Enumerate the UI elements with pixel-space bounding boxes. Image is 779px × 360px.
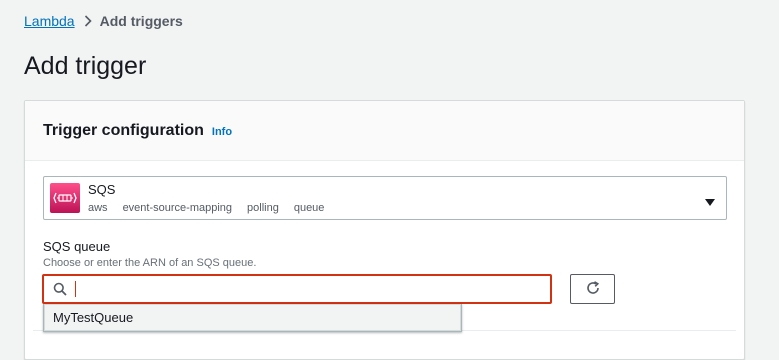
selected-source-label: SQS [88, 182, 116, 197]
queue-option[interactable]: MyTestQueue [44, 304, 461, 331]
select-text: SQS aws event-source-mapping polling que… [88, 182, 339, 215]
source-tags: aws event-source-mapping polling queue [88, 201, 339, 215]
refresh-icon [585, 280, 601, 299]
sqs-queue-description: Choose or enter the ARN of an SQS queue. [43, 257, 257, 269]
source-tag: queue [293, 202, 325, 214]
text-cursor [75, 281, 76, 297]
panel-title: Trigger configuration [43, 121, 204, 139]
sqs-queue-search-box [42, 274, 552, 304]
search-icon [47, 282, 73, 296]
queue-options-dropdown: MyTestQueue [43, 304, 462, 332]
panel-header: Trigger configuration Info [25, 101, 744, 161]
trigger-configuration-panel: Trigger configuration Info SQS aws event… [24, 100, 745, 360]
trigger-source-select[interactable]: SQS aws event-source-mapping polling que… [43, 176, 727, 220]
sqs-logo-icon [50, 183, 80, 213]
info-link[interactable]: Info [212, 126, 232, 138]
sqs-queue-input[interactable] [73, 277, 550, 301]
source-tag: polling [247, 202, 279, 214]
chevron-right-icon [84, 15, 92, 27]
breadcrumb-lambda-link[interactable]: Lambda [24, 13, 75, 29]
breadcrumb: Lambda Add triggers [24, 12, 183, 30]
breadcrumb-current: Add triggers [99, 13, 183, 29]
caret-down-icon [705, 194, 715, 212]
source-tag: event-source-mapping [122, 202, 233, 214]
refresh-button[interactable] [570, 274, 615, 304]
sqs-queue-label: SQS queue [43, 239, 111, 254]
page-title: Add trigger [24, 52, 147, 80]
source-tag: aws [88, 202, 108, 214]
